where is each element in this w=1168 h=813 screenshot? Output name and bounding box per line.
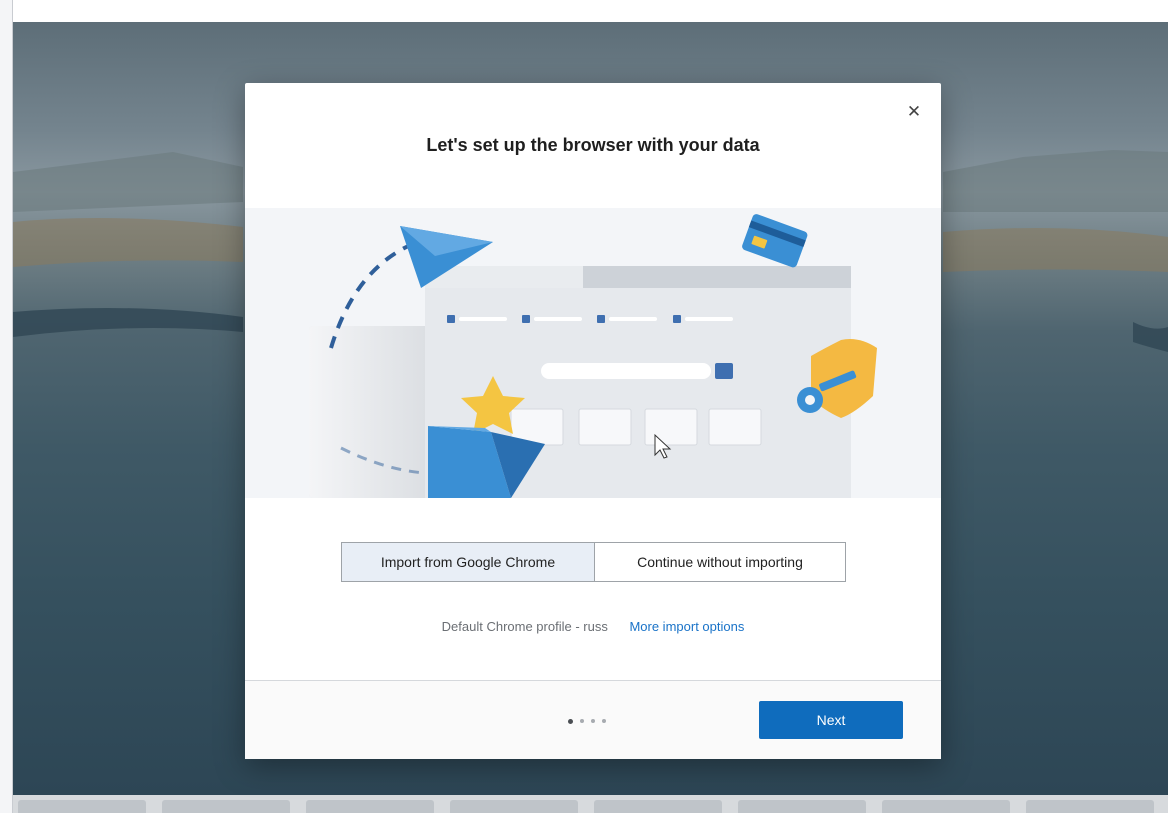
illustration [245,208,941,498]
top-bar [0,0,1168,22]
thumbnail-tile[interactable] [1026,800,1154,813]
import-from-chrome-option[interactable]: Import from Google Chrome [342,543,595,581]
step-dot [580,719,584,723]
chrome-profile-label: Default Chrome profile - russ [441,619,608,634]
thumbnail-tile[interactable] [18,800,146,813]
thumbnail-tile[interactable] [738,800,866,813]
credit-card-icon [742,214,808,268]
dialog-title: Let's set up the browser with your data [426,135,760,155]
thumbnail-tile[interactable] [594,800,722,813]
step-indicator [568,718,606,724]
more-import-options-link[interactable]: More import options [629,619,744,634]
left-window-edge [0,0,13,813]
thumbnail-tile[interactable] [882,800,1010,813]
next-button[interactable]: Next [759,701,903,739]
close-icon[interactable]: ✕ [903,101,925,123]
thumbnail-tile[interactable] [306,800,434,813]
import-choice-group: Import from Google Chrome Continue witho… [341,542,846,582]
step-dot [602,719,606,723]
dialog-footer: Next [245,680,941,759]
profile-row: Default Chrome profile - russ More impor… [245,619,941,634]
continue-without-importing-option[interactable]: Continue without importing [595,543,845,581]
setup-dialog: ✕ Let's set up the browser with your dat… [245,83,941,759]
step-dot [591,719,595,723]
thumbnail-tile[interactable] [450,800,578,813]
step-dot-active [568,718,573,724]
thumbnail-tile[interactable] [162,800,290,813]
